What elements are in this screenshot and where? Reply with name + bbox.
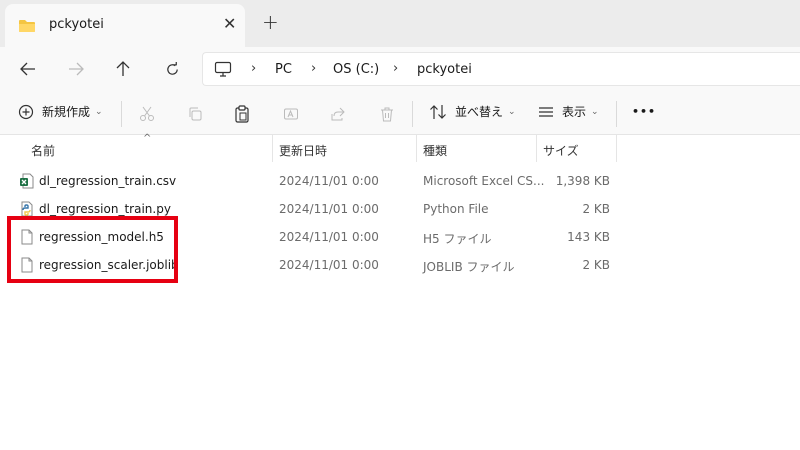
rename-icon[interactable] xyxy=(280,103,302,125)
title-bar: pckyotei ✕ + xyxy=(0,0,800,47)
file-row[interactable]: dl_regression_train.csv 2024/11/01 0:00 … xyxy=(0,167,800,195)
back-button[interactable] xyxy=(14,55,42,83)
arrow-right-icon xyxy=(69,62,84,76)
file-size: 143 KB xyxy=(567,230,610,244)
new-button[interactable]: 新規作成 ⌄ xyxy=(18,103,103,120)
chevron-down-icon: ⌄ xyxy=(508,106,516,117)
navigation-bar: › PC › OS (C:) › pckyotei xyxy=(0,47,800,93)
divider xyxy=(412,101,413,127)
excel-csv-icon xyxy=(19,173,35,189)
column-divider[interactable] xyxy=(416,135,417,162)
up-button[interactable] xyxy=(109,55,137,83)
delete-icon[interactable] xyxy=(376,103,398,125)
breadcrumb-pc[interactable]: PC xyxy=(275,62,292,77)
paste-icon[interactable] xyxy=(231,103,253,125)
column-size[interactable]: サイズ xyxy=(543,142,579,159)
file-name: dl_regression_train.py xyxy=(39,202,171,216)
column-divider[interactable] xyxy=(536,135,537,162)
file-type: Python File xyxy=(423,202,489,216)
chevron-down-icon: ⌄ xyxy=(591,106,599,117)
breadcrumb-separator: › xyxy=(311,61,317,76)
column-divider[interactable] xyxy=(616,135,617,162)
arrow-up-icon xyxy=(116,61,130,76)
breadcrumb-pckyotei[interactable]: pckyotei xyxy=(417,62,472,77)
copy-icon[interactable] xyxy=(184,103,206,125)
breadcrumb-os-c[interactable]: OS (C:) xyxy=(333,62,379,77)
command-bar: 新規作成 ⌄ 並べ替え ⌄ 表示 ⌄ ••• xyxy=(0,93,800,135)
file-date: 2024/11/01 0:00 xyxy=(279,258,379,272)
more-options-button[interactable]: ••• xyxy=(632,105,656,118)
folder-icon xyxy=(18,18,36,37)
file-type: Microsoft Excel CS... xyxy=(423,174,545,188)
forward-button[interactable] xyxy=(62,55,90,83)
refresh-button[interactable] xyxy=(158,55,186,83)
share-icon[interactable] xyxy=(327,103,349,125)
new-tab-button[interactable]: + xyxy=(262,11,279,33)
tab-title: pckyotei xyxy=(49,17,104,32)
column-type[interactable]: 種類 xyxy=(423,142,447,159)
cut-icon[interactable] xyxy=(136,103,158,125)
column-header: ^ 名前 更新日時 種類 サイズ xyxy=(0,133,800,163)
column-name[interactable]: 名前 xyxy=(31,142,55,159)
plus-circle-icon xyxy=(18,104,34,119)
file-size: 2 KB xyxy=(582,258,610,272)
new-button-label: 新規作成 xyxy=(42,105,91,119)
close-tab-button[interactable]: ✕ xyxy=(223,15,236,33)
file-type: JOBLIB ファイル xyxy=(423,260,515,274)
file-date: 2024/11/01 0:00 xyxy=(279,174,379,188)
sort-button-label: 並べ替え xyxy=(455,105,504,119)
sort-ascending-icon: ^ xyxy=(143,133,152,144)
divider xyxy=(121,101,122,127)
file-type: H5 ファイル xyxy=(423,232,492,246)
breadcrumb-separator: › xyxy=(393,61,399,76)
file-list: ^ 名前 更新日時 種類 サイズ dl_regression_train.csv… xyxy=(0,133,800,450)
file-date: 2024/11/01 0:00 xyxy=(279,202,379,216)
column-date[interactable]: 更新日時 xyxy=(279,142,327,159)
file-name: dl_regression_train.csv xyxy=(39,174,177,188)
file-date: 2024/11/01 0:00 xyxy=(279,230,379,244)
file-size: 2 KB xyxy=(582,202,610,216)
arrow-left-icon xyxy=(20,62,35,76)
computer-icon xyxy=(214,61,232,81)
breadcrumb-separator: › xyxy=(251,61,257,76)
column-divider[interactable] xyxy=(272,135,273,162)
python-file-icon xyxy=(19,201,35,217)
view-button-label: 表示 xyxy=(562,105,587,119)
chevron-down-icon: ⌄ xyxy=(95,106,103,117)
view-button[interactable]: 表示 ⌄ xyxy=(538,103,599,120)
highlight-box xyxy=(7,216,178,283)
sort-button[interactable]: 並べ替え ⌄ xyxy=(429,103,516,120)
refresh-icon xyxy=(166,61,178,75)
file-size: 1,398 KB xyxy=(555,174,610,188)
view-list-icon xyxy=(539,106,553,117)
divider xyxy=(616,101,617,127)
address-bar[interactable]: › PC › OS (C:) › pckyotei xyxy=(202,52,800,86)
tab-pckyotei[interactable]: pckyotei ✕ xyxy=(5,4,245,47)
sort-icon xyxy=(430,104,446,119)
